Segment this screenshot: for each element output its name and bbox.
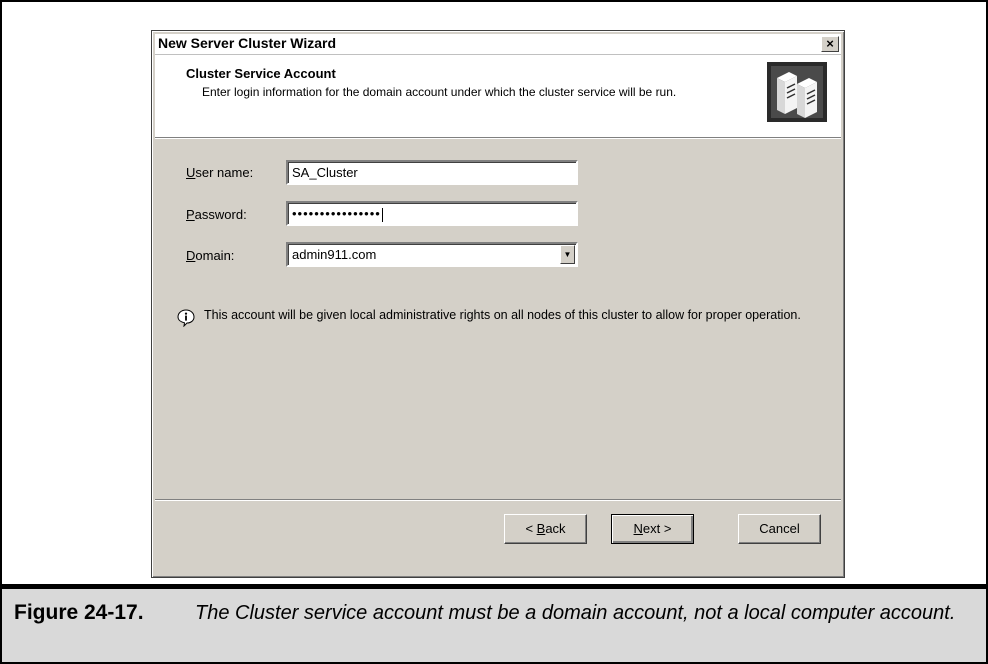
- text-caret: [381, 207, 383, 222]
- figure-label: Figure 24-17.: [14, 601, 144, 624]
- wizard-header: Cluster Service Account Enter login info…: [155, 55, 841, 138]
- domain-label: Domain:: [186, 248, 235, 263]
- password-value: ••••••••••••••••: [292, 206, 381, 221]
- info-bubble-icon: [177, 309, 195, 328]
- username-label: User name:: [186, 165, 254, 180]
- password-label: Password:: [186, 207, 247, 222]
- server-cluster-icon: [767, 62, 827, 122]
- username-value: SA_Cluster: [292, 165, 358, 180]
- domain-value: admin911.com: [292, 247, 377, 262]
- cancel-button[interactable]: Cancel: [738, 514, 821, 544]
- figure-frame: New Server Cluster Wizard × Cluster Serv…: [0, 0, 988, 586]
- close-button[interactable]: ×: [821, 36, 839, 52]
- next-button[interactable]: Next >: [611, 514, 694, 544]
- step-title: Cluster Service Account: [186, 66, 336, 81]
- figure-caption: Figure 24-17. The Cluster service accoun…: [0, 586, 988, 664]
- username-field[interactable]: SA_Cluster: [286, 160, 578, 185]
- header-separator: [155, 138, 841, 139]
- window-title: New Server Cluster Wizard: [158, 35, 337, 51]
- domain-select[interactable]: admin911.com ▼: [286, 242, 578, 267]
- info-message: This account will be given local adminis…: [204, 308, 801, 322]
- password-field[interactable]: ••••••••••••••••: [286, 201, 578, 226]
- figure-caption-text: The Cluster service account must be a do…: [195, 602, 956, 624]
- chevron-down-icon[interactable]: ▼: [560, 245, 575, 264]
- title-bar: New Server Cluster Wizard ×: [155, 34, 841, 55]
- close-icon: ×: [826, 36, 834, 51]
- wizard-dialog: New Server Cluster Wizard × Cluster Serv…: [151, 30, 845, 578]
- back-button[interactable]: < Back: [504, 514, 587, 544]
- footer-separator: [155, 499, 841, 500]
- step-description: Enter login information for the domain a…: [202, 85, 677, 99]
